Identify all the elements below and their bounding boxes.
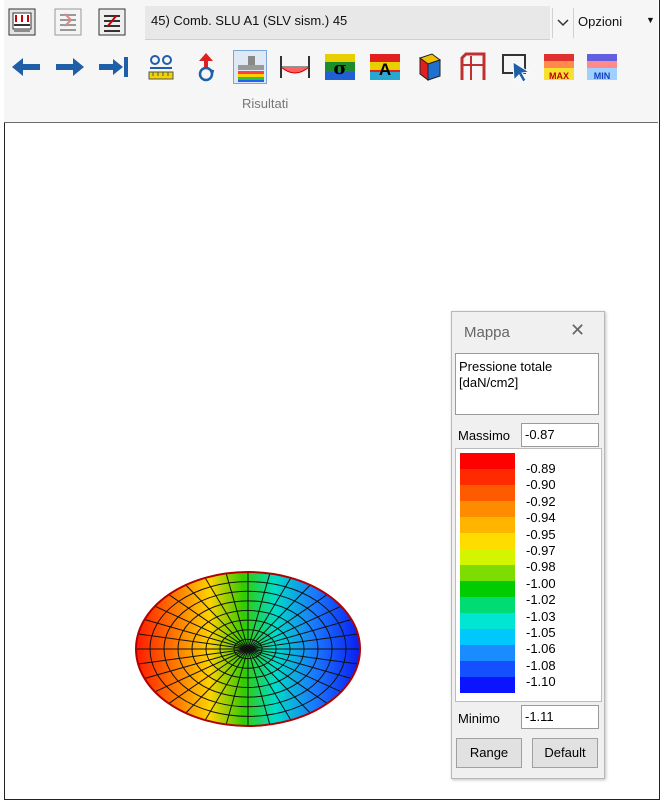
svg-text:MAX: MAX <box>549 71 569 81</box>
quantity-unit: [daN/cm2] <box>459 375 519 390</box>
legend-swatch <box>460 501 515 517</box>
legend-swatch <box>460 533 515 549</box>
legend-swatch <box>460 485 515 501</box>
legend-swatch <box>460 565 515 581</box>
ribbon-group-label: Risultati <box>242 96 289 111</box>
soil-pressure-button[interactable] <box>233 50 267 84</box>
legend-swatch <box>460 613 515 629</box>
displacements-button[interactable] <box>144 50 178 84</box>
legend-tick: -0.98 <box>526 559 556 575</box>
legend-tick: -0.95 <box>526 526 556 542</box>
legend-tick: -1.03 <box>526 608 556 624</box>
a-map-icon: A <box>370 54 400 80</box>
legend-swatch <box>460 597 515 613</box>
show-max-button[interactable]: MAX <box>542 50 576 84</box>
results-ribbon: 45) Comb. SLU A1 (SLV sism.) 45 Opzioni … <box>4 0 658 123</box>
pointer-query-icon <box>502 54 531 83</box>
legend-tick: -1.08 <box>526 657 556 673</box>
reactions-button[interactable] <box>189 50 223 84</box>
color-map-window[interactable]: Mappa ✕ Pressione totale [daN/cm2] Massi… <box>451 311 605 779</box>
max-value-field[interactable]: -0.87 <box>521 423 599 447</box>
reaction-arrow-icon <box>198 53 215 82</box>
legend-tick: -0.92 <box>526 493 556 509</box>
legend-tick: -0.94 <box>526 510 556 526</box>
element-query-button[interactable] <box>499 50 533 84</box>
min-label: Minimo <box>458 711 500 726</box>
legend-swatch <box>460 629 515 645</box>
foundation-pressure-icon <box>238 56 264 82</box>
displacement-icon <box>148 55 174 80</box>
combination-list-button[interactable] <box>54 8 82 36</box>
sigma-map-icon: σ <box>325 54 355 80</box>
quantity-name: Pressione totale <box>459 359 553 374</box>
svg-text:A: A <box>379 60 391 79</box>
legend-swatch <box>460 549 515 565</box>
options-menu[interactable]: Opzioni <box>578 14 622 29</box>
legend-tick: -1.10 <box>526 674 556 690</box>
legend-swatch <box>460 581 515 597</box>
legend-swatch <box>460 677 515 693</box>
reinforcement-map-button[interactable]: A <box>368 50 402 84</box>
show-min-button[interactable]: MIN <box>585 50 619 84</box>
legend-swatch <box>460 517 515 533</box>
legend-tick: -1.00 <box>526 575 556 591</box>
range-button[interactable]: Range <box>456 738 522 768</box>
min-value-field[interactable]: -1.11 <box>521 705 599 729</box>
legend-tick: -0.89 <box>526 461 556 476</box>
options-caret-icon: ▼ <box>646 15 655 25</box>
arrow-left-icon <box>12 58 40 76</box>
close-icon[interactable]: ✕ <box>570 320 585 341</box>
next-button[interactable] <box>53 50 87 84</box>
combination-select[interactable]: 45) Comb. SLU A1 (SLV sism.) 45 <box>145 6 550 40</box>
legend-swatch <box>460 469 515 485</box>
beam-diagram-icon <box>280 56 310 78</box>
max-label: Massimo <box>458 428 511 443</box>
section-diagram-button[interactable] <box>278 50 312 84</box>
frame-icon <box>460 52 486 80</box>
window-title: Mappa <box>464 324 510 341</box>
svg-text:σ: σ <box>333 58 346 79</box>
max-value-icon: MAX <box>544 54 574 81</box>
combination-dropdown-button[interactable] <box>552 8 574 38</box>
stress-map-button[interactable]: σ <box>323 50 357 84</box>
legend-tick: -1.05 <box>526 625 556 640</box>
envelope-view-button[interactable] <box>98 8 126 36</box>
legend-tick: -0.97 <box>526 543 556 558</box>
legend-tick: -1.02 <box>526 592 556 608</box>
legend-swatch <box>460 661 515 677</box>
color-legend: -0.89 -0.90 -0.92 -0.94 -0.95 -0.97 -0.98 -1.00… <box>455 448 602 702</box>
colored-solid-icon <box>418 53 442 81</box>
solid-view-button[interactable] <box>412 50 446 84</box>
legend-swatch <box>460 453 515 469</box>
frame-view-button[interactable] <box>456 50 490 84</box>
quantity-description: Pressione totale [daN/cm2] <box>455 353 599 415</box>
arrow-right-icon <box>56 58 84 76</box>
chevron-down-icon <box>557 19 569 27</box>
legend-tick: -1.06 <box>526 641 556 657</box>
legend-swatch <box>460 645 515 661</box>
legend-tick: -0.90 <box>526 477 556 493</box>
arrow-to-end-icon <box>99 57 128 77</box>
load-view-button[interactable] <box>8 8 36 36</box>
svg-text:MIN: MIN <box>594 71 611 81</box>
min-value-icon: MIN <box>587 54 617 81</box>
last-button[interactable] <box>97 50 131 84</box>
previous-button[interactable] <box>9 50 43 84</box>
default-button[interactable]: Default <box>532 738 598 768</box>
